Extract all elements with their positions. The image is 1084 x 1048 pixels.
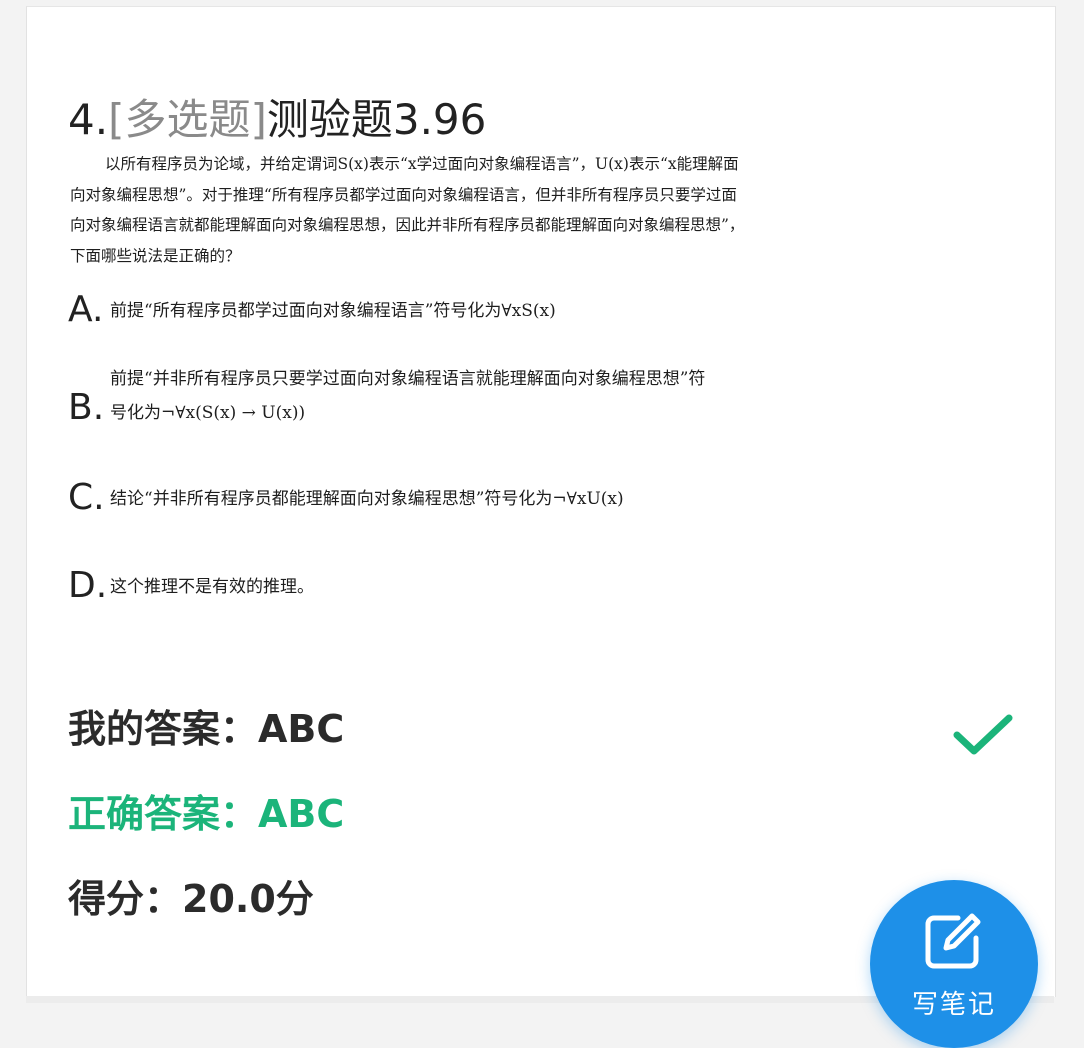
option-line: 号化为¬∀x(S(x) → U(x)) bbox=[110, 403, 306, 423]
option-text: 结论“并非所有程序员都能理解面向对象编程思想”符号化为¬∀xU(x) bbox=[110, 482, 624, 516]
option-text: 前提“并非所有程序员只要学过面向对象编程语言就能理解面向对象编程思想”符 号化为… bbox=[110, 362, 705, 430]
option-line: 这个推理不是有效的推理。 bbox=[110, 577, 314, 597]
correct-answer: 正确答案：ABC bbox=[68, 792, 345, 836]
question-stem: 以所有程序员为论域，并给定谓词S(x)表示“x学过面向对象编程语言”，U(x)表… bbox=[70, 149, 810, 271]
option-letter: B. bbox=[68, 387, 105, 428]
option-text: 这个推理不是有效的推理。 bbox=[110, 570, 314, 604]
check-icon bbox=[953, 714, 1013, 755]
edit-icon bbox=[925, 913, 981, 969]
question-type: [多选题] bbox=[108, 95, 267, 144]
question-title-text: 测验题3.96 bbox=[266, 95, 487, 144]
option-letter: C. bbox=[68, 477, 105, 518]
score: 得分：20.0分 bbox=[68, 877, 314, 921]
option-letter: A. bbox=[68, 289, 104, 330]
option-line: 结论“并非所有程序员都能理解面向对象编程思想”符号化为¬∀xU(x) bbox=[110, 489, 624, 509]
option-letter: D. bbox=[68, 565, 108, 606]
my-answer: 我的答案：ABC bbox=[68, 707, 345, 751]
stem-line: 向对象编程思想”。对于推理“所有程序员都学过面向对象编程语言，但并非所有程序员只… bbox=[70, 185, 737, 204]
option-text: 前提“所有程序员都学过面向对象编程语言”符号化为∀xS(x) bbox=[110, 294, 556, 328]
question-number: 4. bbox=[68, 95, 109, 144]
option-line: 前提“并非所有程序员只要学过面向对象编程语言就能理解面向对象编程思想”符 bbox=[110, 369, 706, 389]
write-note-button[interactable]: 写笔记 bbox=[870, 880, 1038, 1048]
question-title: 4.[多选题]测验题3.96 bbox=[68, 86, 486, 147]
stem-line: 向对象编程语言就都能理解面向对象编程思想，因此并非所有程序员都能理解面向对象编程… bbox=[70, 216, 745, 234]
stem-line: 以所有程序员为论域，并给定谓词S(x)表示“x学过面向对象编程语言”，U(x)表… bbox=[105, 155, 739, 173]
option-line: 前提“所有程序员都学过面向对象编程语言”符号化为∀xS(x) bbox=[110, 301, 556, 321]
stem-line: 下面哪些说法是正确的？ bbox=[70, 246, 241, 265]
